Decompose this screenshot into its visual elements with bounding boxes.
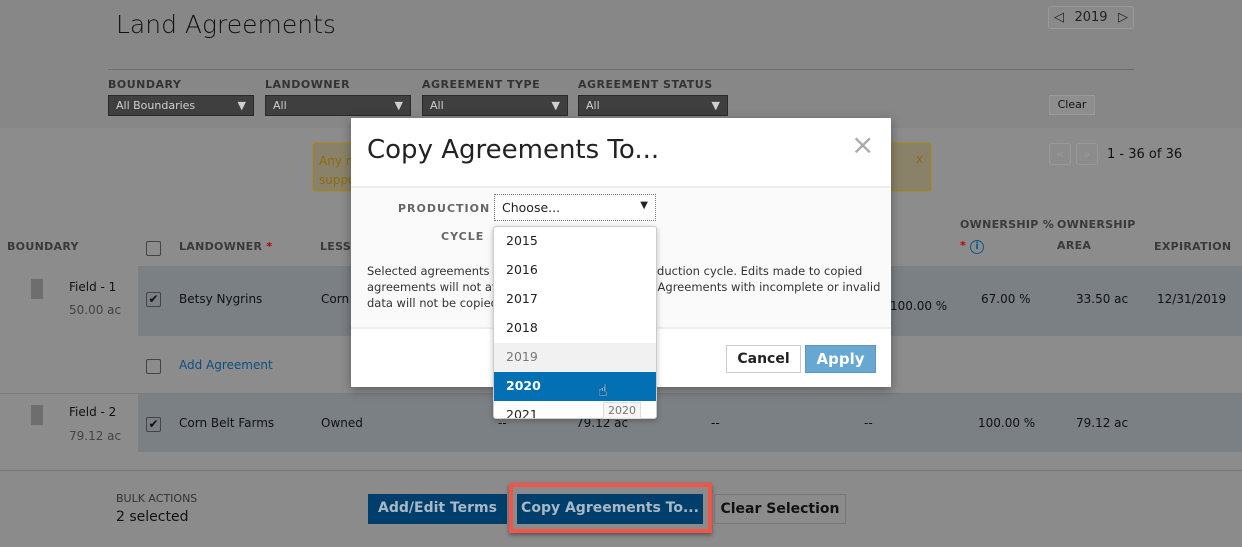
- agreement-status-filter[interactable]: All ▼: [578, 95, 728, 116]
- selected-count: 2 selected: [116, 509, 189, 525]
- row-checkbox[interactable]: ✔: [146, 292, 161, 307]
- option-2016[interactable]: 2016: [494, 256, 656, 285]
- filter-label-agreement-status: AGREEMENT STATUS: [578, 78, 713, 91]
- desc-line: data will not be copied.: [367, 296, 502, 310]
- cycle-label: CYCLE: [441, 230, 485, 243]
- share-cell: 100.00 %: [890, 299, 948, 313]
- option-2017[interactable]: 2017: [494, 285, 656, 314]
- ownership-area-cell: 33.50 ac: [1076, 292, 1129, 306]
- filter-value: All: [273, 99, 287, 112]
- caret-down-icon: ▼: [711, 99, 720, 112]
- option-2019[interactable]: 2019: [494, 343, 656, 372]
- production-cycle-dropdown: 2015 2016 2017 2018 2019 2020 2021: [493, 226, 657, 419]
- prev-year-icon[interactable]: ◁: [1054, 10, 1064, 25]
- cell: --: [711, 416, 720, 430]
- field-name[interactable]: Field - 1: [69, 280, 116, 294]
- add-agreement-checkbox[interactable]: [146, 359, 161, 374]
- production-cycle-select[interactable]: Choose... ▼: [494, 194, 656, 221]
- page-title: Land Agreements: [116, 10, 336, 39]
- copy-agreements-button[interactable]: Copy Agreements To...: [517, 494, 703, 524]
- boundary-filter[interactable]: All Boundaries ▼: [108, 95, 254, 116]
- next-page-button[interactable]: »: [1076, 143, 1098, 165]
- lessee-cell: Corn: [321, 292, 350, 306]
- column-label: LANDOWNER: [179, 240, 263, 253]
- column-label: OWNERSHIP: [1057, 218, 1136, 231]
- hand-cursor-icon: ☝: [598, 381, 608, 400]
- filter-value: All: [430, 99, 444, 112]
- option-2015[interactable]: 2015: [494, 227, 656, 256]
- caret-down-icon: ▼: [551, 99, 560, 112]
- notice-close-button[interactable]: x: [916, 152, 923, 166]
- prev-page-button[interactable]: «: [1049, 143, 1071, 165]
- add-edit-terms-button[interactable]: Add/Edit Terms: [368, 494, 507, 524]
- option-2018[interactable]: 2018: [494, 314, 656, 343]
- year-navigator: ◁ 2019 ▷: [1048, 6, 1134, 29]
- dialog-title: Copy Agreements To...: [367, 135, 660, 165]
- column-boundary: BOUNDARY: [7, 240, 79, 253]
- caret-down-icon: ▼: [394, 99, 403, 112]
- ownership-pct-cell: 67.00 %: [981, 292, 1031, 306]
- filter-value: All Boundaries: [116, 99, 196, 112]
- clear-selection-button[interactable]: Clear Selection: [714, 494, 846, 524]
- field-area: 50.00 ac: [69, 303, 122, 317]
- option-2020[interactable]: 2020: [494, 372, 656, 401]
- info-icon[interactable]: i: [970, 240, 985, 254]
- column-ownership-area: OWNERSHIP AREA: [1057, 214, 1136, 256]
- next-year-icon[interactable]: ▷: [1118, 10, 1128, 25]
- cell: --: [864, 416, 873, 430]
- tooltip: 2020: [603, 402, 641, 419]
- filter-label-boundary: BOUNDARY: [108, 78, 182, 91]
- ownership-pct-cell: 100.00 %: [978, 416, 1036, 430]
- column-expiration: EXPIRATION: [1154, 240, 1232, 253]
- filter-value: All: [586, 99, 600, 112]
- desc-line: Selected agreements wi: [367, 264, 506, 278]
- add-agreement-link[interactable]: Add Agreement: [179, 358, 273, 372]
- filter-label-agreement-type: AGREEMENT TYPE: [422, 78, 541, 91]
- year-value: 2019: [1074, 10, 1108, 25]
- filter-label-landowner: LANDOWNER: [265, 78, 351, 91]
- field-area: 79.12 ac: [69, 429, 122, 443]
- bulk-actions-label: BULK ACTIONS: [116, 492, 198, 505]
- ownership-area-cell: 79.12 ac: [1076, 416, 1129, 430]
- cancel-button[interactable]: Cancel: [726, 345, 801, 373]
- clear-filters-button[interactable]: Clear: [1049, 95, 1095, 115]
- divider: [108, 69, 1134, 70]
- column-ownership-pct: OWNERSHIP % * i: [960, 214, 1054, 256]
- required-marker: *: [960, 239, 967, 252]
- desc-line: oduction cycle. Edits made to copied: [650, 264, 863, 278]
- select-value: Choose...: [502, 200, 561, 215]
- field-name[interactable]: Field - 2: [69, 405, 116, 419]
- field-shape-icon: [31, 405, 43, 425]
- column-label: OWNERSHIP %: [960, 218, 1055, 231]
- column-landowner[interactable]: LANDOWNER *: [179, 236, 272, 257]
- required-marker: *: [266, 240, 273, 253]
- pagination-text: 1 - 36 of 36: [1107, 147, 1183, 162]
- agreement-type-filter[interactable]: All ▼: [422, 95, 568, 116]
- landowner-filter[interactable]: All ▼: [265, 95, 411, 116]
- select-all-checkbox[interactable]: [146, 241, 161, 256]
- expiration-cell: 12/31/2019: [1157, 292, 1227, 306]
- production-label: PRODUCTION: [398, 202, 491, 215]
- landowner-cell: Corn Belt Farms: [179, 416, 275, 430]
- lessee-cell: Owned: [321, 416, 363, 430]
- landowner-cell: Betsy Nygrins: [179, 292, 263, 306]
- desc-line: : Agreements with incomplete or invalid: [650, 280, 881, 294]
- column-label: AREA: [1057, 239, 1092, 252]
- field-shape-icon: [31, 279, 43, 299]
- desc-line: agreements will not affe: [367, 280, 507, 294]
- close-icon[interactable]: ×: [851, 128, 874, 161]
- caret-down-icon: ▼: [237, 99, 246, 112]
- caret-down-icon: ▼: [640, 200, 648, 211]
- row-checkbox[interactable]: ✔: [146, 417, 161, 432]
- apply-button[interactable]: Apply: [805, 345, 876, 373]
